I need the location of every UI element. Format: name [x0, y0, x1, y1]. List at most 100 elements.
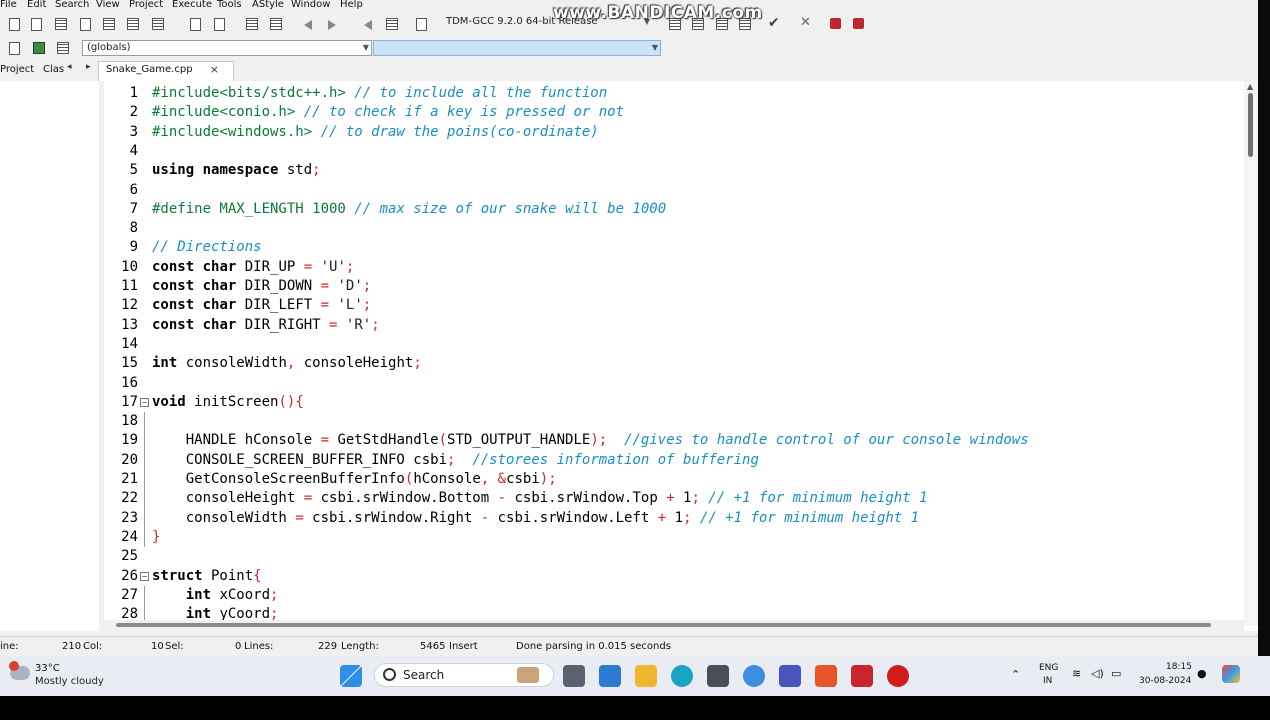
tab-project[interactable]: Project	[0, 64, 34, 75]
copilot-icon[interactable]	[1222, 665, 1240, 683]
menu-window[interactable]: Window	[291, 0, 330, 10]
close-all-icon[interactable]	[127, 18, 139, 30]
teams-icon[interactable]	[779, 665, 801, 687]
function-select[interactable]: ▼	[373, 40, 661, 56]
code-line[interactable]: 17− void initScreen(){	[104, 393, 1244, 412]
code-line[interactable]: 25	[104, 547, 1244, 566]
chevron-up-icon[interactable]: ⌃	[1011, 668, 1020, 681]
horizontal-scrollbar[interactable]	[104, 620, 1244, 631]
code-line[interactable]: 13 const char DIR_RIGHT = 'R';	[104, 316, 1244, 335]
close-file-icon[interactable]	[103, 18, 115, 30]
code-line[interactable]: 8	[104, 219, 1244, 238]
code-line[interactable]: 4	[104, 142, 1244, 161]
menu-execute[interactable]: Execute	[172, 0, 212, 10]
code-line[interactable]: 15 int consoleWidth, consoleHeight;	[104, 354, 1244, 373]
file-tab[interactable]: Snake_Game.cpp ×	[98, 61, 234, 81]
code-line[interactable]: 11 const char DIR_DOWN = 'D';	[104, 277, 1244, 296]
code-line[interactable]: 22 consoleHeight = csbi.srWindow.Bottom …	[104, 489, 1244, 509]
notification-icon[interactable]: ●	[1197, 667, 1207, 680]
code-line[interactable]: 10 const char DIR_UP = 'U';	[104, 258, 1244, 277]
find-icon[interactable]	[190, 18, 201, 31]
code-editor[interactable]: 1 #include<bits/stdc++.h> // to include a…	[104, 81, 1258, 631]
code-line[interactable]: 26− struct Point{	[104, 567, 1244, 586]
scope-select[interactable]: (globals) ▼	[82, 40, 372, 56]
menu-edit[interactable]: Edit	[27, 0, 46, 10]
code-line[interactable]: 12 const char DIR_LEFT = 'L';	[104, 296, 1244, 315]
menu-file[interactable]: File	[0, 0, 17, 10]
clock-time[interactable]: 18:15	[1166, 662, 1192, 672]
volume-icon[interactable]: ◁)	[1091, 667, 1104, 680]
lang-line1[interactable]: ENG	[1039, 663, 1058, 673]
bandicam-icon[interactable]	[887, 665, 909, 687]
vertical-scroll-thumb[interactable]	[1248, 93, 1253, 157]
code-line[interactable]: 6	[104, 181, 1244, 200]
save-icon[interactable]	[55, 18, 67, 30]
code-line[interactable]: 20 CONSOLE_SCREEN_BUFFER_INFO csbi; //st…	[104, 450, 1244, 470]
view-icon[interactable]	[57, 42, 69, 54]
code-line[interactable]: 19 HANDLE hConsole = GetStdHandle(STD_OU…	[104, 431, 1244, 451]
stop-icon[interactable]	[853, 18, 864, 29]
code-line[interactable]: 18	[104, 412, 1244, 432]
open-file-icon[interactable]	[31, 18, 42, 31]
devcpp-icon[interactable]	[851, 665, 873, 687]
file-tab-label: Snake_Game.cpp	[106, 64, 193, 75]
code-line[interactable]: 3 #include<windows.h> // to draw the poin…	[104, 123, 1244, 142]
line-number: 24	[121, 528, 138, 545]
fold-toggle-icon[interactable]: −	[140, 571, 149, 581]
clock-date[interactable]: 30-08-2024	[1139, 676, 1191, 686]
tab-classes[interactable]: Clas	[43, 64, 64, 75]
close-tab-icon[interactable]: ×	[210, 62, 219, 78]
mail-app-icon[interactable]	[599, 665, 621, 687]
chrome-icon[interactable]	[743, 665, 765, 687]
code-line[interactable]: 1 #include<bits/stdc++.h> // to include a…	[104, 84, 1244, 103]
new-file-icon[interactable]	[9, 18, 20, 31]
code-line[interactable]: 14	[104, 335, 1244, 354]
taskbar-search[interactable]: Search	[374, 663, 554, 687]
bookmark-icon[interactable]	[386, 18, 398, 30]
menu-view[interactable]: View	[96, 0, 120, 10]
menu-project[interactable]: Project	[129, 0, 163, 10]
menu-search[interactable]: Search	[55, 0, 89, 10]
replace-icon[interactable]	[214, 18, 225, 31]
code-line[interactable]: 7 #define MAX_LENGTH 1000 // max size of …	[104, 200, 1244, 219]
code-line[interactable]: 27 int xCoord;	[104, 585, 1244, 606]
brave-icon[interactable]	[815, 665, 837, 687]
fold-toggle-icon[interactable]: −	[140, 397, 149, 407]
menu-tools[interactable]: Tools	[217, 0, 242, 10]
vertical-scrollbar[interactable]: ▲	[1244, 81, 1258, 626]
close-icon[interactable]: ✕	[800, 16, 811, 29]
start-icon[interactable]	[340, 665, 362, 687]
menu-help[interactable]: Help	[340, 0, 363, 10]
code-line[interactable]: 2 #include<conio.h> // to check if a key …	[104, 103, 1244, 122]
wifi-icon[interactable]: ≋	[1072, 667, 1081, 680]
save-all-icon[interactable]	[80, 18, 91, 31]
indent-icon[interactable]	[246, 18, 258, 30]
horizontal-scroll-thumb[interactable]	[116, 623, 1211, 627]
store-icon[interactable]	[707, 665, 729, 687]
task-view-icon[interactable]	[563, 665, 585, 687]
print-icon[interactable]	[152, 18, 164, 30]
code-line[interactable]: 21 GetConsoleScreenBufferInfo(hConsole, …	[104, 470, 1244, 490]
redo-icon[interactable]	[328, 20, 336, 30]
code-line[interactable]: 9 // Directions	[104, 238, 1244, 257]
edge-browser-icon[interactable]	[671, 665, 693, 687]
menu-astyle[interactable]: AStyle	[252, 0, 284, 10]
debug-icon[interactable]	[9, 42, 20, 55]
tab-right-arrow-icon[interactable]: ▸	[86, 62, 91, 72]
goto-back-icon[interactable]	[364, 20, 372, 30]
battery-icon[interactable]: ▭	[1111, 667, 1121, 680]
compile-options-icon[interactable]	[416, 18, 427, 31]
code-line[interactable]: 24}	[104, 527, 1244, 548]
file-explorer-icon[interactable]	[635, 665, 657, 687]
tab-left-arrow-icon[interactable]: ◂	[67, 62, 72, 72]
check-icon[interactable]: ✔	[768, 16, 780, 30]
code-line[interactable]: 5 using namespace std;	[104, 161, 1244, 180]
lang-line2[interactable]: IN	[1043, 676, 1052, 686]
home-icon[interactable]	[830, 18, 841, 29]
add-watch-icon[interactable]	[33, 42, 45, 54]
code-line[interactable]: 23 consoleWidth = csbi.srWindow.Right - …	[104, 508, 1244, 528]
scroll-up-icon[interactable]: ▲	[1247, 82, 1253, 91]
code-line[interactable]: 16	[104, 374, 1244, 393]
unindent-icon[interactable]	[270, 18, 282, 30]
undo-icon[interactable]	[304, 20, 312, 30]
